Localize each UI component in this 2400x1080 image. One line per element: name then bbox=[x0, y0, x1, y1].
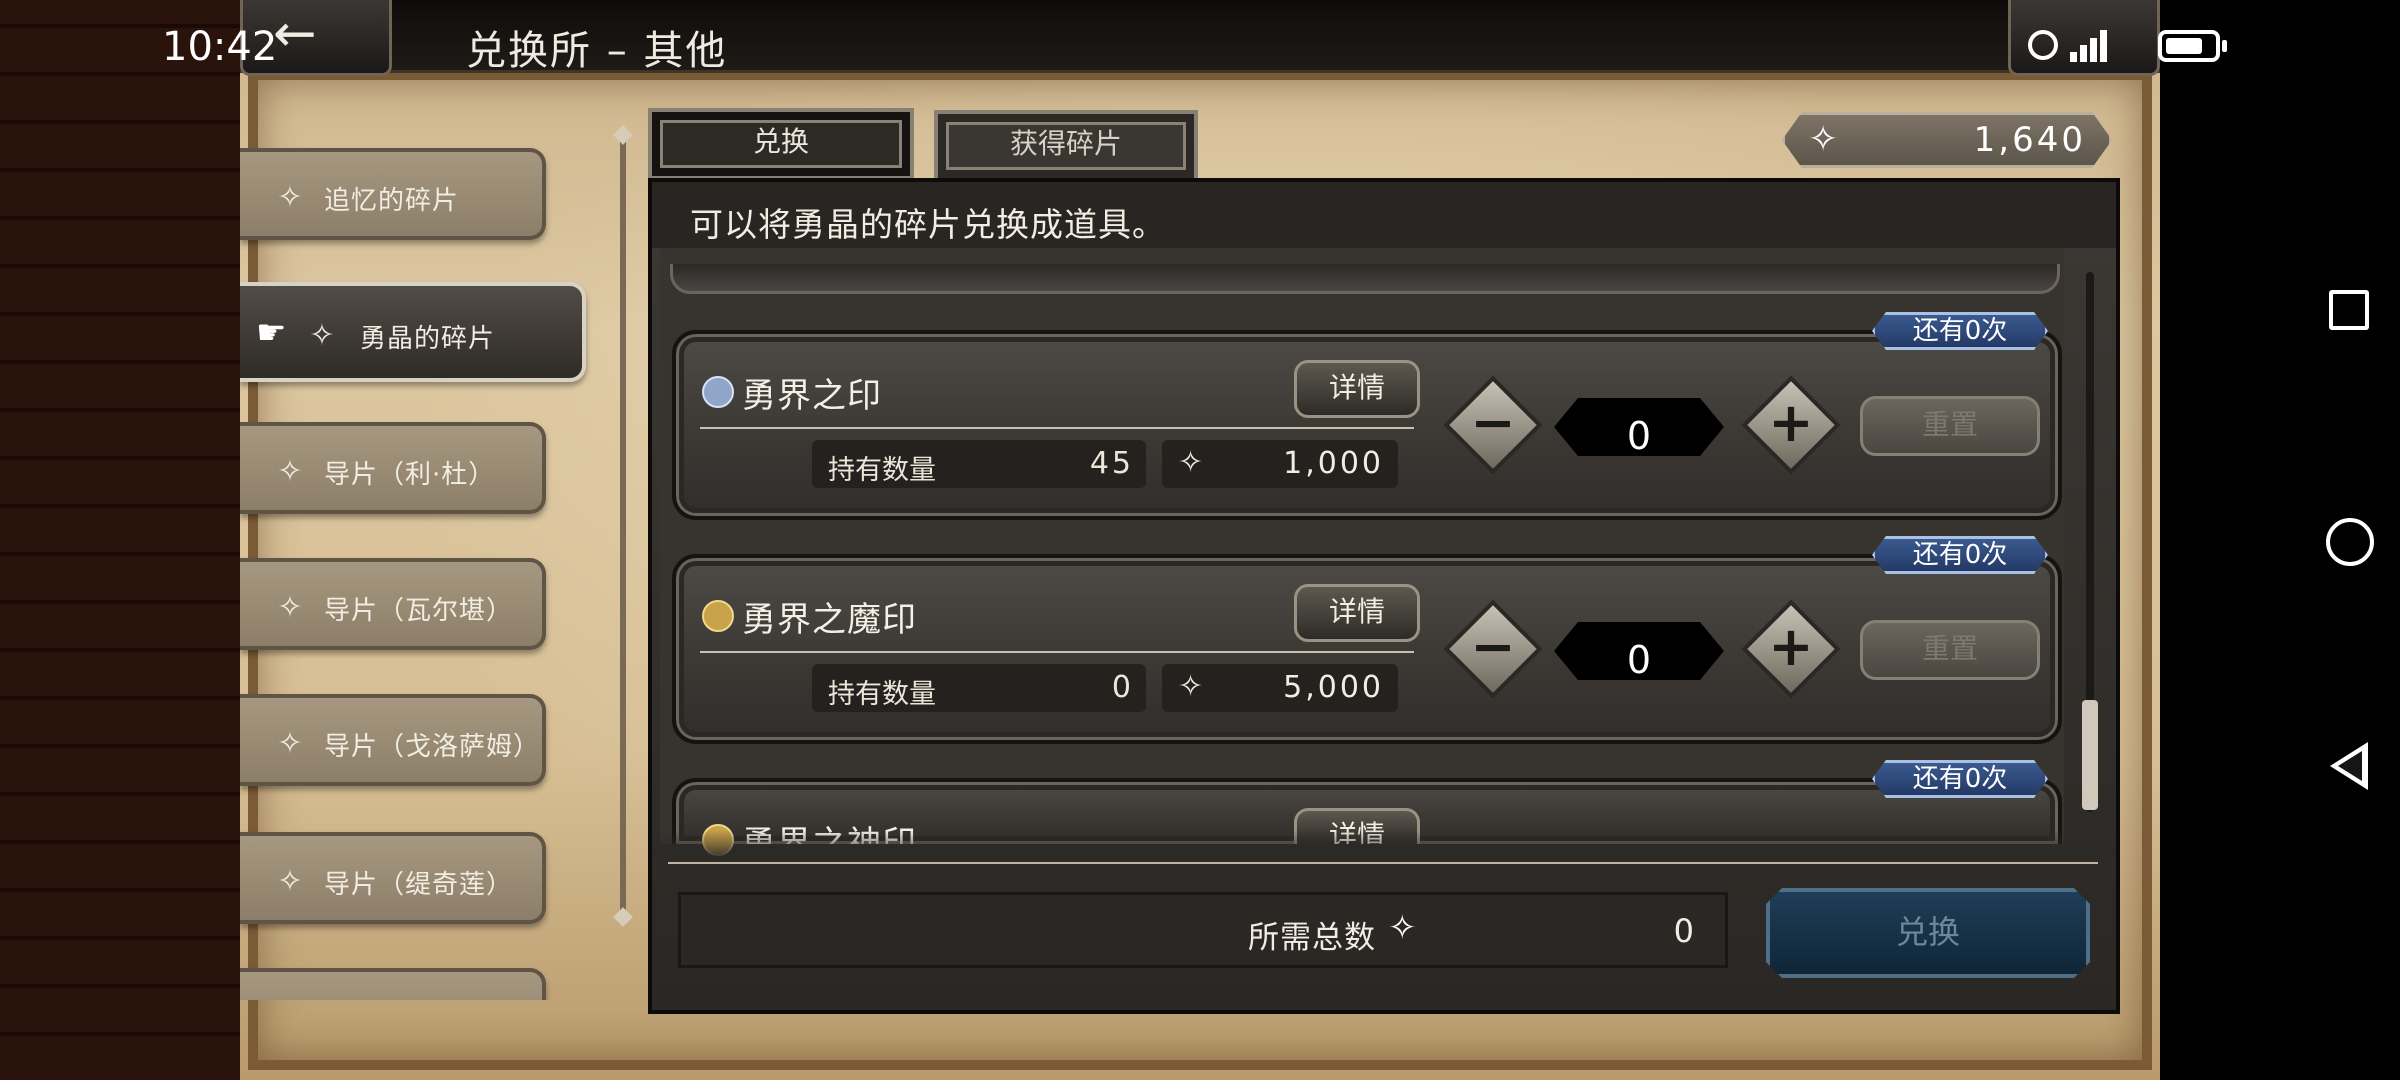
category-label: 导片（利·杜） bbox=[324, 460, 496, 490]
shard-icon: ✧ bbox=[277, 590, 303, 625]
reset-button[interactable]: 重置 bbox=[1860, 620, 2040, 680]
status-time: 10:42 bbox=[162, 24, 278, 70]
category-list[interactable]: ✧ 追忆的碎片 ☛ ✧ 勇晶的碎片 ✧ 导片（利·杜） ✧ 导片（瓦尔堪） ✧ … bbox=[240, 130, 620, 1000]
tab-exchange-label: 兑换 bbox=[660, 120, 902, 168]
detail-button[interactable]: 详情 bbox=[1294, 360, 1420, 418]
left-border-texture bbox=[0, 0, 240, 1080]
owned-value: 0 bbox=[1111, 670, 1134, 705]
remaining-badge: 还有0次 bbox=[1872, 760, 2048, 798]
row-divider bbox=[700, 427, 1414, 429]
item-name: 勇界之魔印 bbox=[742, 600, 917, 640]
shard-icon: ✧ bbox=[277, 454, 303, 489]
recent-apps-icon[interactable] bbox=[2329, 290, 2369, 330]
row-divider bbox=[700, 651, 1414, 653]
description-text: 可以将勇晶的碎片兑换成道具。 bbox=[690, 205, 1166, 244]
quantity-value: 0 bbox=[1626, 414, 1652, 458]
category-item[interactable]: ✧ 导片（缇奇莲） bbox=[240, 832, 546, 924]
signal-icon bbox=[2070, 28, 2114, 62]
category-item[interactable] bbox=[240, 968, 546, 1000]
category-item[interactable]: ✧ 追忆的碎片 bbox=[240, 148, 546, 240]
owned-label: 持有数量 bbox=[828, 455, 936, 486]
detail-button[interactable]: 详情 bbox=[1294, 584, 1420, 642]
category-item[interactable]: ✧ 导片（瓦尔堪） bbox=[240, 558, 546, 650]
category-item[interactable]: ✧ 导片（戈洛萨姆） bbox=[240, 694, 546, 786]
footer-divider bbox=[668, 862, 2098, 864]
remaining-badge: 还有0次 bbox=[1872, 312, 2048, 350]
battery-cap bbox=[2222, 40, 2227, 52]
cost-value: 5,000 bbox=[1283, 670, 1384, 705]
plus-icon: + bbox=[1768, 615, 1814, 678]
list-scrollbar-thumb[interactable] bbox=[2082, 700, 2098, 810]
shard-icon: ✧ bbox=[1388, 908, 1417, 948]
category-item-active[interactable]: ☛ ✧ 勇晶的碎片 bbox=[240, 282, 586, 382]
list-top-edge bbox=[670, 264, 2060, 294]
shard-icon: ✧ bbox=[277, 726, 303, 761]
category-item[interactable]: ✧ 导片（利·杜） bbox=[240, 422, 546, 514]
plus-icon: + bbox=[1768, 391, 1814, 454]
alarm-icon bbox=[2028, 30, 2058, 60]
shard-icon: ✧ bbox=[1178, 445, 1204, 480]
remaining-badge: 还有0次 bbox=[1872, 536, 2048, 574]
minus-icon: − bbox=[1470, 615, 1516, 678]
reset-button[interactable]: 重置 bbox=[1860, 396, 2040, 456]
shard-icon: ✧ bbox=[277, 180, 303, 215]
shard-icon: ✧ bbox=[309, 318, 335, 353]
exchange-button[interactable]: 兑换 bbox=[1766, 888, 2090, 978]
list-item bbox=[672, 554, 2062, 744]
shard-icon: ✧ bbox=[277, 864, 303, 899]
page-title: 兑换所 – 其他 bbox=[466, 28, 728, 74]
category-label: 追忆的碎片 bbox=[324, 186, 460, 216]
owned-value: 45 bbox=[1089, 446, 1134, 481]
minus-icon: − bbox=[1470, 391, 1516, 454]
owned-label: 持有数量 bbox=[828, 679, 936, 710]
item-name: 勇界之印 bbox=[742, 376, 882, 416]
tab-exchange[interactable]: 兑换 bbox=[648, 108, 914, 180]
list-fade bbox=[652, 830, 2116, 860]
currency-value: 1,640 bbox=[1973, 120, 2086, 160]
pointer-hand-icon: ☛ bbox=[256, 313, 287, 353]
battery-icon bbox=[2158, 30, 2220, 62]
list-item bbox=[672, 330, 2062, 520]
back-arrow-icon: ← bbox=[273, 4, 317, 64]
seal-icon bbox=[702, 376, 734, 408]
category-label: 导片（瓦尔堪） bbox=[324, 596, 514, 626]
home-icon[interactable] bbox=[2326, 518, 2374, 566]
category-label: 导片（缇奇莲） bbox=[324, 870, 514, 900]
shard-icon: ✧ bbox=[1808, 119, 1839, 160]
tab-obtain-shards[interactable]: 获得碎片 bbox=[934, 110, 1198, 182]
shard-icon: ✧ bbox=[1178, 669, 1204, 704]
category-scrollbar[interactable] bbox=[620, 134, 626, 918]
category-label: 勇晶的碎片 bbox=[360, 324, 496, 354]
quantity-value: 0 bbox=[1626, 638, 1652, 682]
total-value: 0 bbox=[1673, 912, 1694, 950]
total-bar bbox=[678, 892, 1728, 968]
seal-icon bbox=[702, 600, 734, 632]
cost-value: 1,000 bbox=[1283, 446, 1384, 481]
tab-obtain-shards-label: 获得碎片 bbox=[946, 122, 1186, 170]
back-nav-icon[interactable] bbox=[2330, 742, 2368, 790]
category-label: 导片（戈洛萨姆） bbox=[324, 732, 541, 762]
total-label: 所需总数 bbox=[1248, 920, 1376, 956]
